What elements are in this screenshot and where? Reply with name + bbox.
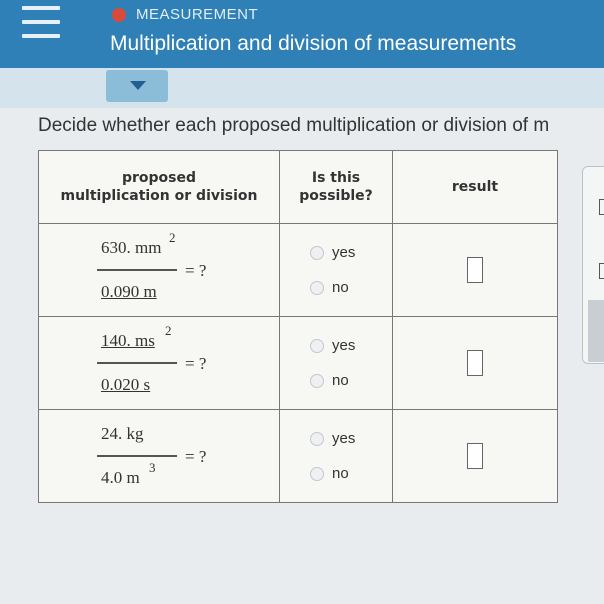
- header-bar: MEASUREMENT Multiplication and division …: [0, 0, 604, 68]
- header-possible-line1: Is this: [311, 170, 361, 186]
- numerator: 140. ms: [101, 331, 155, 350]
- proposed-cell: 630. mm 2 0.090 m = ?: [38, 223, 280, 317]
- menu-icon[interactable]: [22, 6, 60, 38]
- numerator-exponent: 2: [165, 323, 172, 338]
- fraction-bar: [97, 269, 177, 271]
- expand-button[interactable]: [106, 70, 168, 102]
- table-row: 24. kg 4.0 m 3 = ? yes no: [38, 409, 558, 503]
- fraction: 630. mm 2 0.090 m = ?: [91, 230, 231, 310]
- radio-group: yes no: [280, 337, 392, 389]
- proposed-cell: 140. ms 2 0.020 s = ?: [38, 316, 280, 410]
- side-input-box[interactable]: [599, 199, 604, 215]
- radio-yes[interactable]: yes: [310, 430, 392, 447]
- radio-no-circle[interactable]: [310, 466, 324, 481]
- table-row: 630. mm 2 0.090 m = ? yes no: [38, 223, 558, 317]
- instruction-text: Decide whether each proposed multiplicat…: [38, 115, 550, 136]
- fraction-bar: [97, 362, 177, 364]
- equals-question: = ?: [185, 447, 207, 466]
- radio-no[interactable]: no: [310, 372, 392, 389]
- numerator: 630. mm: [101, 238, 162, 257]
- radio-no-label: no: [332, 279, 349, 296]
- denominator: 4.0 m: [101, 468, 140, 487]
- measurement-table: proposed multiplication or division Is t…: [38, 150, 558, 503]
- topic-status-dot: [112, 7, 126, 22]
- radio-yes-circle[interactable]: [310, 338, 324, 353]
- fraction-bar: [97, 455, 177, 457]
- table-header-row: proposed multiplication or division Is t…: [38, 150, 558, 224]
- result-cell: [392, 409, 558, 503]
- result-cell: [392, 316, 558, 410]
- possible-cell: yes no: [279, 223, 393, 317]
- page-title: Multiplication and division of measureme…: [110, 32, 517, 55]
- equals-question: = ?: [185, 261, 207, 280]
- result-input[interactable]: [467, 443, 483, 469]
- radio-group: yes no: [280, 430, 392, 482]
- radio-yes[interactable]: yes: [310, 337, 392, 354]
- radio-no-label: no: [332, 372, 349, 389]
- radio-no-circle[interactable]: [310, 280, 324, 295]
- radio-group: yes no: [280, 244, 392, 296]
- radio-yes-circle[interactable]: [310, 245, 324, 260]
- header-proposed: proposed multiplication or division: [38, 150, 280, 224]
- header-result: result: [392, 150, 558, 224]
- radio-no-circle[interactable]: [310, 373, 324, 388]
- denominator-exponent: 3: [149, 460, 156, 475]
- numerator: 24. kg: [101, 424, 144, 443]
- numerator-exponent: 2: [169, 230, 176, 245]
- denominator: 0.020 s: [101, 375, 151, 394]
- equals-question: = ?: [185, 354, 207, 373]
- radio-yes-label: yes: [332, 430, 356, 447]
- side-button[interactable]: [588, 300, 604, 362]
- header-possible-line2: possible?: [299, 188, 373, 204]
- topic-label: MEASUREMENT: [136, 6, 259, 23]
- topic-row: MEASUREMENT: [112, 6, 258, 23]
- radio-yes-label: yes: [332, 337, 356, 354]
- radio-no-label: no: [332, 465, 349, 482]
- radio-yes-circle[interactable]: [310, 431, 324, 446]
- denominator: 0.090 m: [101, 282, 157, 301]
- radio-no[interactable]: no: [310, 465, 392, 482]
- possible-cell: yes no: [279, 316, 393, 410]
- sub-header-band: [0, 68, 604, 108]
- radio-yes[interactable]: yes: [310, 244, 392, 261]
- side-input-box[interactable]: [599, 263, 604, 279]
- fraction: 140. ms 2 0.020 s = ?: [91, 323, 231, 403]
- proposed-cell: 24. kg 4.0 m 3 = ?: [38, 409, 280, 503]
- fraction: 24. kg 4.0 m 3 = ?: [91, 416, 231, 496]
- header-possible: Is this possible?: [279, 150, 393, 224]
- chevron-down-icon: [130, 81, 146, 90]
- header-proposed-line2: multiplication or division: [60, 188, 258, 204]
- radio-yes-label: yes: [332, 244, 356, 261]
- table-row: 140. ms 2 0.020 s = ? yes no: [38, 316, 558, 410]
- result-cell: [392, 223, 558, 317]
- header-proposed-line1: proposed: [121, 170, 197, 186]
- radio-no[interactable]: no: [310, 279, 392, 296]
- result-input[interactable]: [467, 350, 483, 376]
- result-input[interactable]: [467, 257, 483, 283]
- possible-cell: yes no: [279, 409, 393, 503]
